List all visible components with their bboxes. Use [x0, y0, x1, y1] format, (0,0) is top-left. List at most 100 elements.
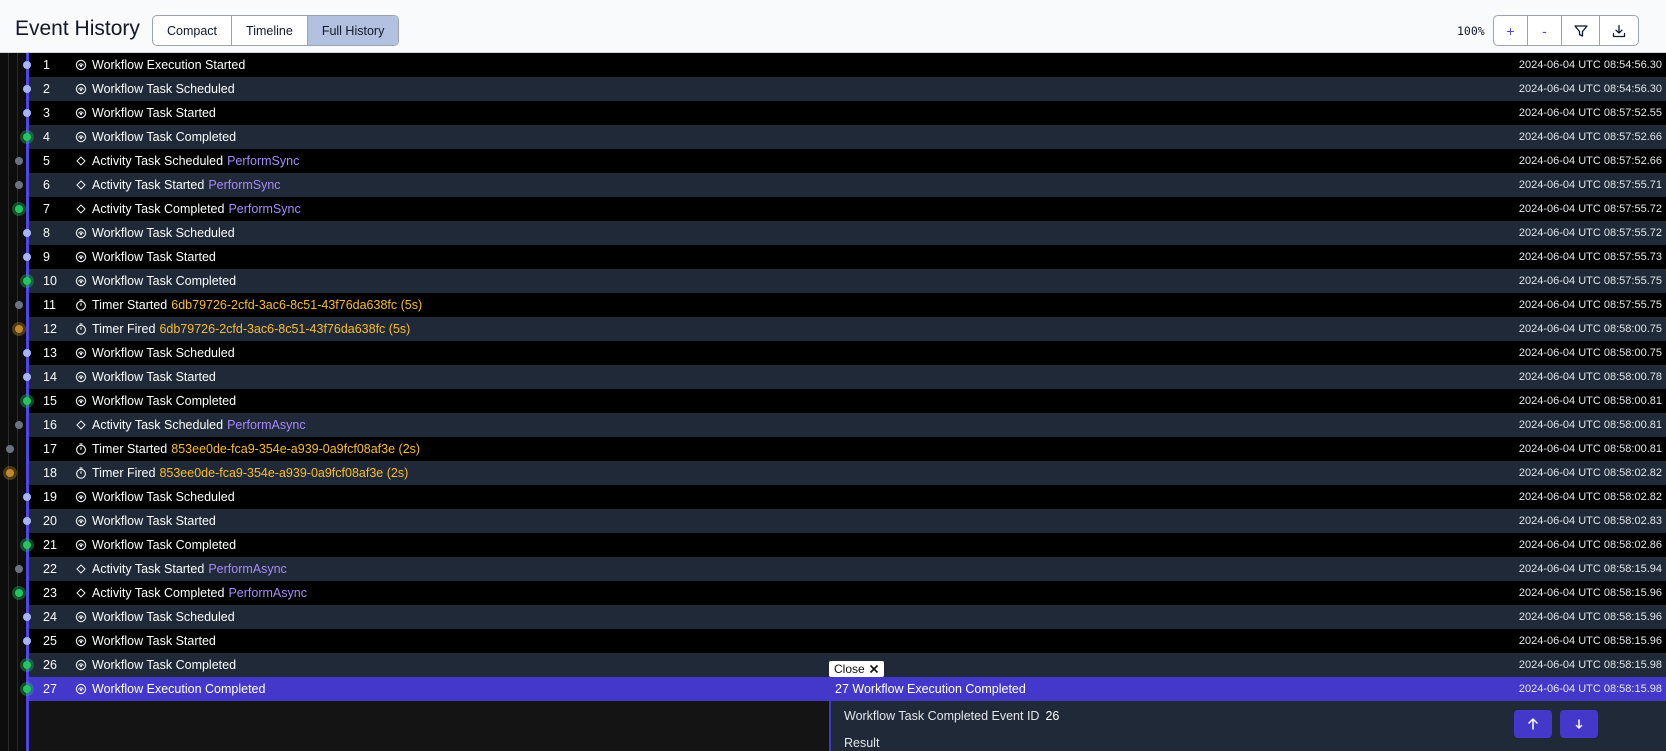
event-id: 10 [43, 274, 57, 288]
event-id: 5 [43, 154, 50, 168]
event-name: Activity Task Started [92, 178, 205, 192]
event-timestamp: 2024-06-04 UTC 08:58:00.81 [1518, 395, 1662, 407]
event-timestamp: 2024-06-04 UTC 08:58:15.98 [1518, 659, 1662, 671]
event-id: 4 [43, 130, 50, 144]
event-timestamp: 2024-06-04 UTC 08:57:55.71 [1518, 179, 1662, 191]
event-name: Timer Started [92, 298, 168, 312]
previous-event-button[interactable] [1514, 710, 1552, 738]
timeline-dot [23, 61, 31, 69]
event-detail: PerformAsync [228, 586, 307, 600]
event-name: Workflow Task Completed [92, 658, 237, 672]
event-id: 22 [43, 562, 57, 576]
event-detail: PerformSync [228, 202, 301, 216]
event-row[interactable]: 4 Workflow Task Completed 2024-06-04 UTC 0… [23, 125, 1666, 149]
download-icon [1612, 24, 1626, 37]
event-timestamp: 2024-06-04 UTC 08:58:00.81 [1518, 443, 1662, 455]
timeline-dot [23, 109, 31, 117]
event-id: 25 [43, 634, 57, 648]
event-row[interactable]: 2 Workflow Task Scheduled 2024-06-04 UTC 0… [23, 77, 1666, 101]
details-timestamp: 2024-06-04 UTC 08:58:15.98 [1518, 683, 1662, 695]
event-name: Workflow Execution Started [92, 58, 246, 72]
event-id: 16 [43, 418, 57, 432]
workflow-icon [73, 227, 89, 239]
event-name: Workflow Task Started [92, 370, 216, 384]
event-name: Workflow Task Scheduled [92, 490, 235, 504]
timeline-dot [23, 373, 31, 381]
field-label: Workflow Task Completed Event ID [844, 709, 1040, 723]
close-label: Close [834, 662, 865, 676]
event-row[interactable]: 19 Workflow Task Scheduled 2024-06-04 UTC … [23, 485, 1666, 509]
event-row[interactable]: 13 Workflow Task Scheduled 2024-06-04 UTC … [23, 341, 1666, 365]
event-id: 20 [43, 514, 57, 528]
timeline-dot [15, 565, 23, 573]
event-id: 3 [43, 106, 50, 120]
event-row[interactable]: 21 Workflow Task Completed 2024-06-04 UTC … [23, 533, 1666, 557]
zoom-out-button[interactable]: - [1528, 16, 1562, 45]
event-row[interactable]: 25 Workflow Task Started 2024-06-04 UTC 08… [23, 629, 1666, 653]
event-timestamp: 2024-06-04 UTC 08:58:02.86 [1518, 539, 1662, 551]
timeline-dot [15, 325, 23, 333]
event-name: Workflow Task Started [92, 514, 216, 528]
event-name: Workflow Task Scheduled [92, 82, 235, 96]
event-id: 6 [43, 178, 50, 192]
next-event-button[interactable] [1560, 710, 1598, 738]
event-timestamp: 2024-06-04 UTC 08:57:55.72 [1518, 227, 1662, 239]
workflow-icon [73, 491, 89, 503]
tab-compact[interactable]: Compact [153, 16, 233, 45]
event-row[interactable]: 15 Workflow Task Completed 2024-06-04 UTC … [23, 389, 1666, 413]
event-id: 23 [43, 586, 57, 600]
event-detail: PerformAsync [208, 562, 287, 576]
event-detail: PerformSync [227, 154, 300, 168]
event-name: Workflow Task Started [92, 106, 216, 120]
timeline-dot [6, 445, 14, 453]
event-row[interactable]: 7 Activity Task Completed PerformSync 2024-… [15, 197, 1666, 221]
download-button[interactable] [1600, 16, 1638, 45]
zoom-in-button[interactable]: + [1494, 16, 1528, 45]
event-row[interactable]: 18 Timer Fired 853ee0de-fca9-354e-a939-0a9… [6, 461, 1666, 485]
activity-icon [73, 204, 89, 214]
event-row[interactable]: 3 Workflow Task Started 2024-06-04 UTC 08:… [23, 101, 1666, 125]
toolbar: + - [1493, 15, 1639, 46]
details-field: Workflow Task Completed Event ID 26 [844, 709, 1059, 723]
event-name: Workflow Task Scheduled [92, 610, 235, 624]
workflow-icon [73, 371, 89, 383]
event-row[interactable]: 9 Workflow Task Started 2024-06-04 UTC 08:… [23, 245, 1666, 269]
event-id: 19 [43, 490, 57, 504]
event-row[interactable]: 8 Workflow Task Scheduled 2024-06-04 UTC 0… [23, 221, 1666, 245]
event-row[interactable]: 12 Timer Fired 6db79726-2cfd-3ac6-8c51-43f… [15, 317, 1666, 341]
event-row[interactable]: 1 Workflow Execution Started 2024-06-04 UT… [23, 53, 1666, 77]
event-row[interactable]: 16 Activity Task Scheduled PerformAsync 202… [15, 413, 1666, 437]
activity-icon [73, 564, 89, 574]
timeline-dot [23, 133, 31, 141]
event-name: Workflow Task Started [92, 634, 216, 648]
event-name: Timer Started [92, 442, 168, 456]
event-timestamp: 2024-06-04 UTC 08:58:15.96 [1518, 635, 1662, 647]
event-row[interactable]: 14 Workflow Task Started 2024-06-04 UTC 08… [23, 365, 1666, 389]
activity-icon [73, 588, 89, 598]
event-row[interactable]: 20 Workflow Task Started 2024-06-04 UTC 08… [23, 509, 1666, 533]
timeline-dot [15, 589, 23, 597]
event-row[interactable]: 17 Timer Started 853ee0de-fca9-354e-a939-0… [6, 437, 1666, 461]
close-icon [869, 664, 878, 674]
timeline-dot [15, 205, 23, 213]
details-panel: Workflow Task Completed Event ID 26 Resul… [829, 701, 1666, 751]
event-row[interactable]: 6 Activity Task Started PerformSync 2024-06… [15, 173, 1666, 197]
timer-icon [73, 443, 89, 455]
event-id: 18 [43, 466, 57, 480]
tab-full-history[interactable]: Full History [307, 16, 399, 45]
event-timestamp: 2024-06-04 UTC 08:54:56.30 [1518, 59, 1662, 71]
event-row[interactable]: 11 Timer Started 6db79726-2cfd-3ac6-8c51-4… [15, 293, 1666, 317]
event-row[interactable]: 5 Activity Task Scheduled PerformSync 2024-… [15, 149, 1666, 173]
timeline-dot [23, 397, 31, 405]
event-timestamp: 2024-06-04 UTC 08:54:56.30 [1518, 83, 1662, 95]
event-row[interactable]: 23 Activity Task Completed PerformAsync 202… [15, 581, 1666, 605]
tab-timeline[interactable]: Timeline [232, 16, 308, 45]
event-id: 26 [43, 658, 57, 672]
event-row[interactable]: 22 Activity Task Started PerformAsync 2024-… [15, 557, 1666, 581]
close-button[interactable]: Close [829, 661, 884, 677]
event-id: 2 [43, 82, 50, 96]
event-row[interactable]: 10 Workflow Task Completed 2024-06-04 UTC … [23, 269, 1666, 293]
filter-button[interactable] [1562, 16, 1600, 45]
event-id: 9 [43, 250, 50, 264]
event-row[interactable]: 24 Workflow Task Scheduled 2024-06-04 UTC … [23, 605, 1666, 629]
